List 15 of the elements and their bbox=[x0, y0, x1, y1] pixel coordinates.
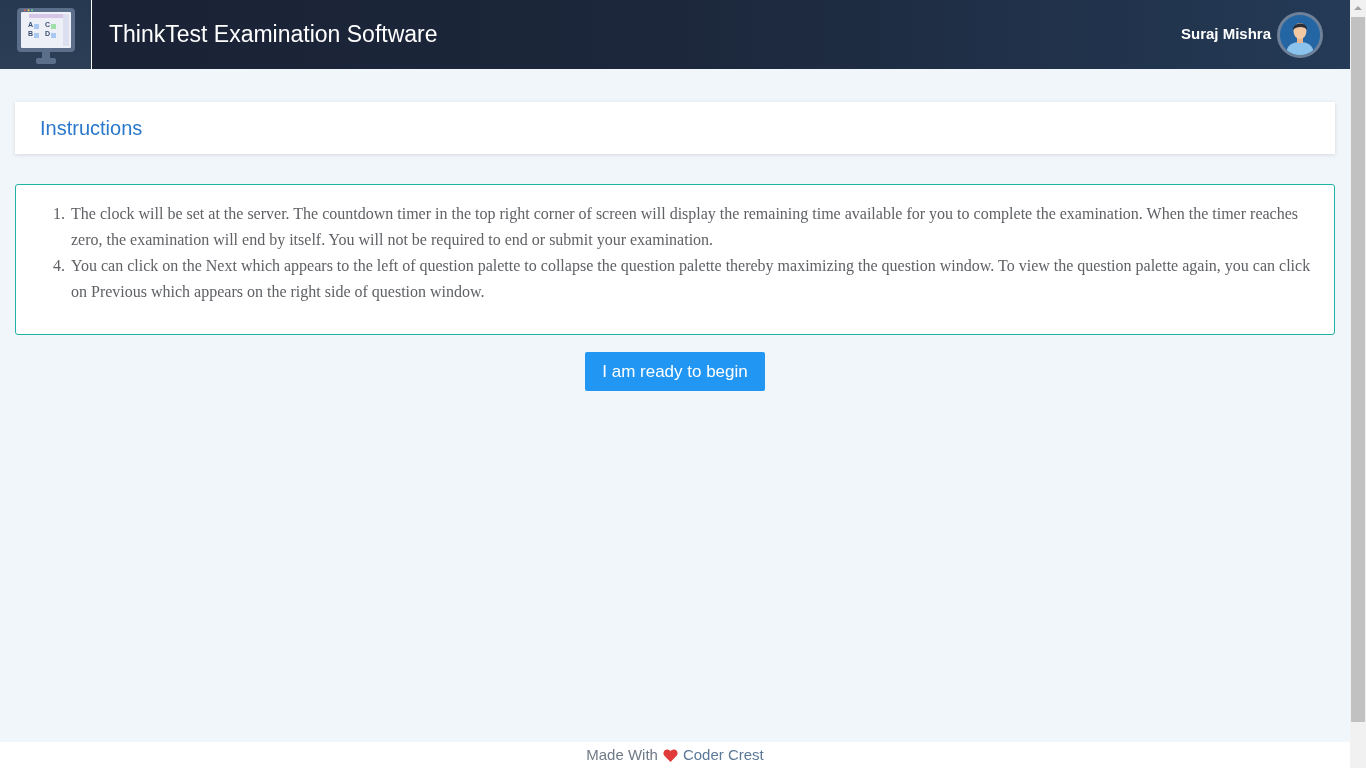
user-name: Suraj Mishra bbox=[1180, 24, 1271, 45]
author-link[interactable]: Coder Crest bbox=[682, 746, 764, 764]
instruction-text: You can click on the Next which appears to the left of question palette to collapse the question palette thereby maximizing the question window. To view the question palette again, you can click on Previous which appears on the right side of question window. bbox=[71, 256, 1312, 303]
scrollbar-thumb[interactable] bbox=[1351, 17, 1365, 722]
monitor-icon bbox=[16, 7, 75, 64]
list-number: 1. bbox=[52, 204, 66, 224]
footer-text: Made With bbox=[586, 746, 658, 764]
instruction-text: The clock will be set at the server. The countdown timer in the top right corner of screen will display the remaining time available for you to complete the examination. When the timer reaches zero, the examination will end by itself. You will not be required to end or submit your examination. bbox=[71, 204, 1299, 251]
start-button[interactable]: I am ready to begin bbox=[585, 352, 765, 391]
heart-icon bbox=[662, 748, 678, 762]
panel-title: Instructions bbox=[40, 116, 143, 141]
app-title: ThinkTest Examination Software bbox=[109, 23, 438, 46]
list-number: 4. bbox=[52, 256, 66, 276]
scrollbar[interactable] bbox=[1350, 0, 1366, 768]
avatar-icon[interactable] bbox=[1277, 11, 1323, 58]
